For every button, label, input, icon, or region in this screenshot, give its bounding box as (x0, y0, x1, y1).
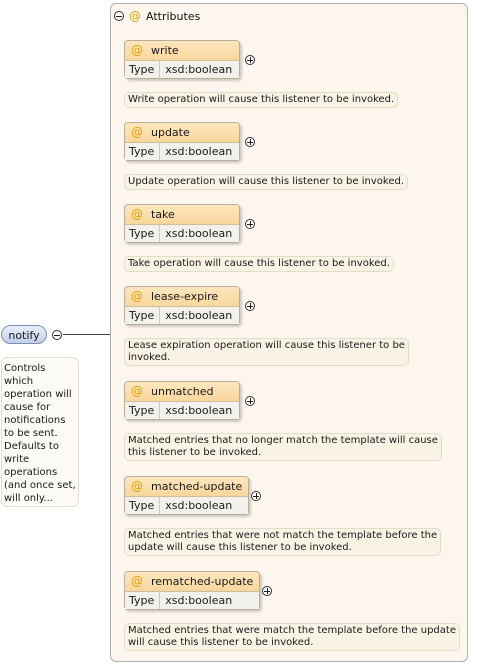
attribute-doc: Write operation will cause this listener… (124, 92, 399, 108)
type-value: xsd:boolean (165, 594, 233, 607)
type-label: Type (125, 497, 161, 514)
at-icon: @ (131, 125, 143, 139)
type-label: Type (125, 225, 161, 242)
attribute-doc: Matched entries that no longer match the… (124, 433, 442, 461)
at-icon: @ (131, 384, 143, 398)
type-label: Type (125, 402, 161, 419)
at-icon: @ (131, 574, 143, 588)
attributes-title: Attributes (146, 9, 201, 23)
attribute-name: lease-expire (151, 290, 219, 303)
collapse-notify-icon[interactable] (52, 330, 62, 340)
attribute-name: update (151, 126, 190, 139)
expand-matched-update-icon[interactable] (251, 491, 261, 501)
attribute-name: matched-update (151, 480, 243, 493)
attribute-doc: Matched entries that were not match the … (124, 528, 442, 556)
type-label: Type (125, 61, 161, 78)
attribute-name: rematched-update (151, 575, 254, 588)
expand-write-icon[interactable] (245, 55, 255, 65)
attribute-update[interactable]: @ update Type xsd:boolean (124, 122, 241, 161)
expand-unmatched-icon[interactable] (245, 396, 255, 406)
attribute-name: write (151, 44, 179, 57)
expand-rematched-update-icon[interactable] (262, 586, 272, 596)
attribute-doc: Take operation will cause this listener … (124, 256, 394, 272)
type-label: Type (125, 307, 161, 324)
type-label: Type (125, 592, 161, 609)
notify-doc: Controls which operation will cause for … (1, 357, 79, 507)
attributes-header: @ Attributes (114, 8, 200, 24)
type-value: xsd:boolean (165, 404, 233, 417)
type-label: Type (125, 143, 161, 160)
attribute-doc: Lease expiration operation will cause th… (124, 338, 409, 366)
type-value: xsd:boolean (165, 499, 233, 512)
type-value: xsd:boolean (165, 145, 233, 158)
at-icon: @ (131, 207, 143, 221)
at-icon: @ (129, 9, 141, 23)
attribute-name: unmatched (151, 385, 214, 398)
expand-take-icon[interactable] (245, 219, 255, 229)
notify-element[interactable]: notify (1, 325, 47, 344)
expand-lease-expire-icon[interactable] (245, 301, 255, 311)
attribute-matched-update[interactable]: @ matched-update Type xsd:boolean (124, 476, 250, 515)
collapse-attributes-icon[interactable] (114, 11, 124, 21)
at-icon: @ (131, 289, 143, 303)
type-value: xsd:boolean (165, 63, 233, 76)
type-value: xsd:boolean (165, 309, 233, 322)
connector-line (63, 334, 110, 335)
attribute-lease-expire[interactable]: @ lease-expire Type xsd:boolean (124, 286, 241, 325)
attribute-take[interactable]: @ take Type xsd:boolean (124, 204, 241, 243)
type-value: xsd:boolean (165, 227, 233, 240)
attribute-doc: Update operation will cause this listene… (124, 174, 408, 190)
attribute-name: take (151, 208, 175, 221)
attribute-unmatched[interactable]: @ unmatched Type xsd:boolean (124, 381, 241, 420)
at-icon: @ (131, 479, 143, 493)
attribute-doc: Matched entries that were match the temp… (124, 623, 460, 651)
at-icon: @ (131, 43, 143, 57)
expand-update-icon[interactable] (245, 137, 255, 147)
attribute-write[interactable]: @ write Type xsd:boolean (124, 40, 241, 79)
attribute-rematched-update[interactable]: @ rematched-update Type xsd:boolean (124, 571, 261, 610)
